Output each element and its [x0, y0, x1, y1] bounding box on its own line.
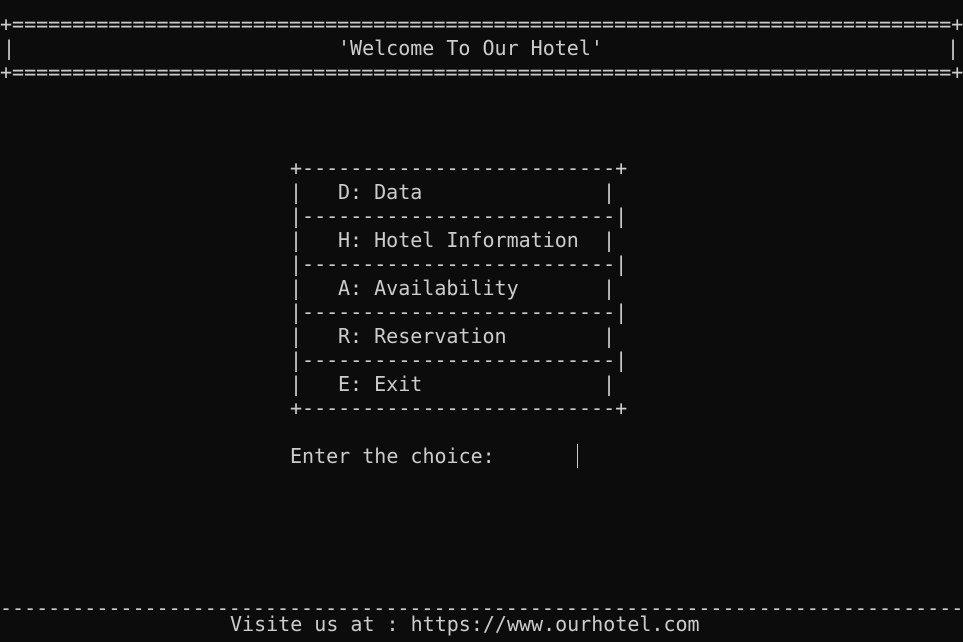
- menu-item-exit[interactable]: | E: Exit |: [290, 372, 616, 396]
- menu-item-label[interactable]: R: Reservation: [338, 324, 507, 348]
- menu-item-label[interactable]: D: Data: [338, 180, 422, 204]
- menu-left-bar: |: [290, 324, 303, 348]
- header-bottom-border: +=======================================…: [0, 60, 963, 84]
- menu-separator: |--------------------------|: [290, 300, 628, 324]
- menu-item-data[interactable]: | D: Data |: [290, 180, 616, 204]
- menu-left-bar: |: [290, 372, 303, 396]
- menu-item-hotel-information[interactable]: | H: Hotel Information |: [290, 228, 616, 252]
- choice-prompt: Enter the choice:: [290, 444, 495, 468]
- footer-link-text[interactable]: Visite us at : https://www.ourhotel.com: [230, 612, 700, 636]
- menu-item-label[interactable]: A: Availability: [338, 276, 519, 300]
- menu-separator: |--------------------------|: [290, 252, 628, 276]
- text-cursor[interactable]: [577, 444, 578, 468]
- menu-right-bar: |: [603, 372, 616, 396]
- menu-item-label[interactable]: E: Exit: [338, 372, 422, 396]
- menu-bottom-border: +--------------------------+: [290, 396, 628, 420]
- header-title-row: | 'Welcome To Our Hotel' |: [0, 36, 963, 60]
- header-top-border: +=======================================…: [0, 12, 963, 36]
- header-right-bar: |: [946, 36, 959, 60]
- menu-separator: |--------------------------|: [290, 348, 628, 372]
- header-left-bar: |: [3, 36, 16, 60]
- menu-item-reservation[interactable]: | R: Reservation |: [290, 324, 616, 348]
- menu-item-availability[interactable]: | A: Availability |: [290, 276, 616, 300]
- main-menu: +--------------------------+ | D: Data |…: [290, 156, 628, 420]
- menu-left-bar: |: [290, 180, 303, 204]
- menu-right-bar: |: [603, 276, 616, 300]
- menu-left-bar: |: [290, 276, 303, 300]
- menu-item-label[interactable]: H: Hotel Information: [338, 228, 579, 252]
- menu-separator: |--------------------------|: [290, 204, 628, 228]
- page-title: 'Welcome To Our Hotel': [338, 36, 603, 60]
- menu-right-bar: |: [603, 324, 616, 348]
- menu-right-bar: |: [603, 180, 616, 204]
- menu-top-border: +--------------------------+: [290, 156, 628, 180]
- menu-left-bar: |: [290, 228, 303, 252]
- menu-right-bar: |: [603, 228, 616, 252]
